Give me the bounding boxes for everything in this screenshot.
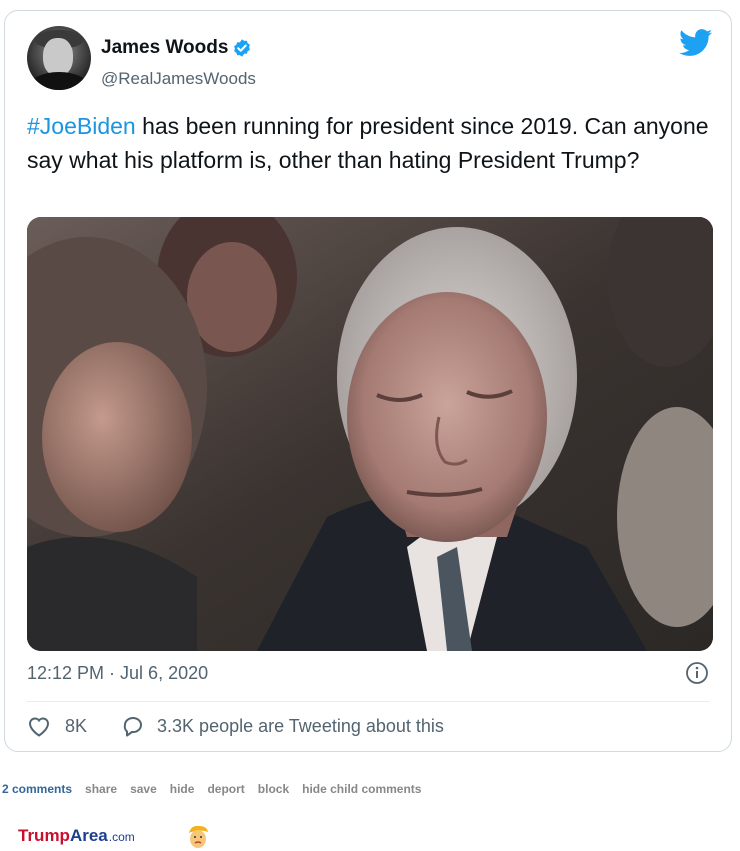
author-name[interactable]: James Woods — [101, 37, 228, 59]
trump-mascot-icon — [189, 825, 208, 848]
photo-illustration — [27, 217, 713, 651]
logo-part-trump: Trump — [18, 826, 70, 845]
divider — [27, 701, 709, 702]
hide-child-comments-link[interactable]: hide child comments — [302, 782, 421, 796]
site-logo[interactable]: Trump Area .com — [18, 826, 135, 846]
avatar-face — [43, 38, 73, 76]
heart-icon[interactable] — [27, 715, 51, 737]
logo-part-dotcom: .com — [108, 830, 135, 844]
save-link[interactable]: save — [130, 782, 157, 796]
avatar[interactable] — [27, 26, 91, 90]
tweet-text: #JoeBiden has been running for president… — [27, 109, 717, 177]
hashtag-link[interactable]: #JoeBiden — [27, 113, 136, 139]
speech-bubble-icon[interactable] — [121, 715, 145, 737]
tweet-timestamp[interactable]: 12:12 PM · Jul 6, 2020 — [27, 663, 208, 684]
tweet-actions: 8K 3.3K people are Tweeting about this — [27, 715, 444, 737]
share-link[interactable]: share — [85, 782, 117, 796]
hide-link[interactable]: hide — [170, 782, 195, 796]
comment-footer-links: 2 comments share save hide deport block … — [2, 782, 421, 796]
tweet-card: James Woods @RealJamesWoods #JoeBiden ha… — [4, 10, 732, 752]
verified-badge-icon — [234, 39, 251, 57]
author-name-row[interactable]: James Woods — [101, 37, 252, 59]
block-link[interactable]: block — [258, 782, 289, 796]
info-icon[interactable] — [685, 661, 709, 685]
twitter-bird-icon[interactable] — [679, 29, 713, 57]
like-count[interactable]: 8K — [65, 716, 87, 737]
avatar-shoulder — [29, 72, 89, 90]
logo-part-area: Area — [69, 826, 108, 845]
author-handle[interactable]: @RealJamesWoods — [101, 69, 256, 89]
deport-link[interactable]: deport — [207, 782, 244, 796]
conversation-text[interactable]: 3.3K people are Tweeting about this — [157, 716, 444, 737]
comments-link[interactable]: 2 comments — [2, 782, 72, 796]
tweet-photo[interactable] — [27, 217, 713, 651]
